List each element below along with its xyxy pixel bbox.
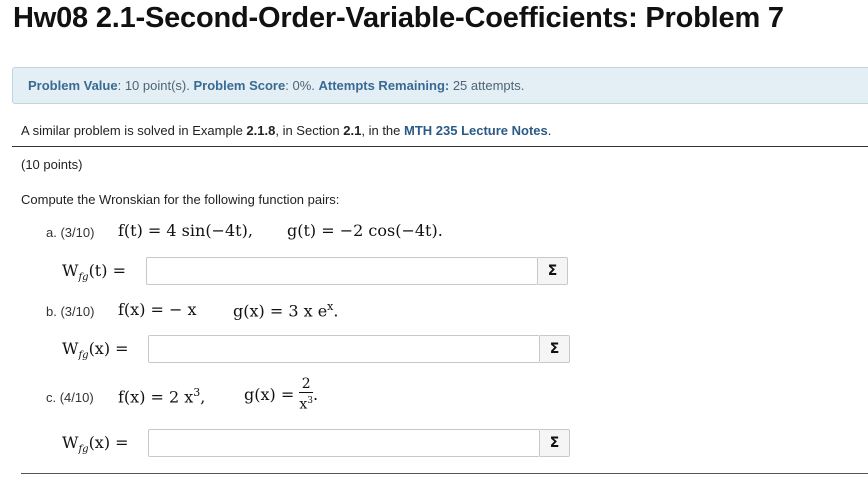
part-c-f-base: f(x) = 2 x bbox=[118, 387, 194, 407]
part-b-answer-label: Wfg(x) = bbox=[62, 339, 129, 361]
part-c-f-expression: f(x) = 2 x3, bbox=[118, 386, 205, 406]
similar-problem-note: A similar problem is solved in Example 2… bbox=[21, 123, 551, 138]
wronskian-subscript: fg bbox=[78, 444, 89, 456]
problem-info-bar: Problem Value: 10 point(s). Problem Scor… bbox=[12, 67, 868, 104]
part-a-f-expression: f(t) = 4 sin(−4t), bbox=[118, 221, 253, 240]
part-b-g-base: g(x) = 3 x e bbox=[233, 301, 328, 321]
part-c-f-end: , bbox=[200, 387, 206, 407]
part-c-equation-editor-button[interactable]: Σ bbox=[540, 429, 570, 457]
part-b-equation-editor-button[interactable]: Σ bbox=[540, 335, 570, 363]
part-b-g-end: . bbox=[333, 301, 339, 321]
note-mid2: , in the bbox=[361, 123, 404, 138]
part-a-answer-input[interactable] bbox=[146, 257, 538, 285]
wronskian-subscript: fg bbox=[78, 272, 89, 284]
lecture-notes-link[interactable]: MTH 235 Lecture Notes bbox=[404, 123, 548, 138]
page-title: Hw08 2.1-Second-Order-Variable-Coefficie… bbox=[13, 2, 784, 34]
divider-bottom bbox=[21, 473, 868, 474]
part-c-g-denominator: x3 bbox=[299, 393, 313, 413]
part-b-answer-input[interactable] bbox=[148, 335, 540, 363]
note-mid1: , in Section bbox=[275, 123, 344, 138]
part-c-answer-label: Wfg(x) = bbox=[62, 433, 129, 455]
problem-value-label: Problem Value bbox=[28, 78, 118, 93]
wronskian-symbol: W bbox=[62, 433, 79, 452]
part-c-g-lhs: g(x) = bbox=[244, 384, 295, 404]
part-c-label: c. (4/10) bbox=[46, 390, 94, 405]
wronskian-argument: (x) = bbox=[88, 433, 129, 452]
problem-score-text: : 0%. bbox=[285, 78, 319, 93]
note-prefix: A similar problem is solved in Example bbox=[21, 123, 247, 138]
wronskian-argument: (x) = bbox=[88, 339, 129, 358]
problem-points: (10 points) bbox=[21, 157, 83, 172]
part-c-g-numerator: 2 bbox=[299, 376, 313, 393]
part-c-answer-input[interactable] bbox=[148, 429, 540, 457]
part-a-equation-editor-button[interactable]: Σ bbox=[538, 257, 568, 285]
wronskian-argument: (t) = bbox=[88, 261, 126, 280]
divider-top bbox=[12, 146, 868, 147]
wronskian-subscript: fg bbox=[78, 350, 89, 362]
example-reference: 2.1.8 bbox=[246, 123, 276, 138]
problem-value-text: : 10 point(s). bbox=[117, 78, 194, 93]
part-a-answer-label: Wfg(t) = bbox=[62, 261, 126, 283]
part-b-g-expression: g(x) = 3 x ex. bbox=[233, 300, 338, 320]
note-suffix: . bbox=[547, 123, 552, 138]
part-a-label: a. (3/10) bbox=[46, 225, 95, 240]
wronskian-symbol: W bbox=[62, 339, 79, 358]
part-b-label: b. (3/10) bbox=[46, 304, 95, 319]
wronskian-symbol: W bbox=[62, 261, 79, 280]
attempts-remaining-label: Attempts Remaining: bbox=[318, 78, 450, 93]
part-a-g-expression: g(t) = −2 cos(−4t). bbox=[287, 221, 443, 240]
part-c-g-end: . bbox=[312, 384, 319, 404]
problem-score-label: Problem Score bbox=[193, 78, 286, 93]
part-b-f-expression: f(x) = − x bbox=[118, 300, 197, 319]
problem-prompt: Compute the Wronskian for the following … bbox=[21, 192, 340, 207]
section-reference: 2.1 bbox=[343, 123, 362, 138]
part-c-g-fraction: 2 x3 bbox=[299, 376, 313, 413]
part-c-g-expression: g(x) = 2 x3 . bbox=[244, 376, 318, 413]
attempts-remaining-text: 25 attempts. bbox=[449, 78, 525, 93]
